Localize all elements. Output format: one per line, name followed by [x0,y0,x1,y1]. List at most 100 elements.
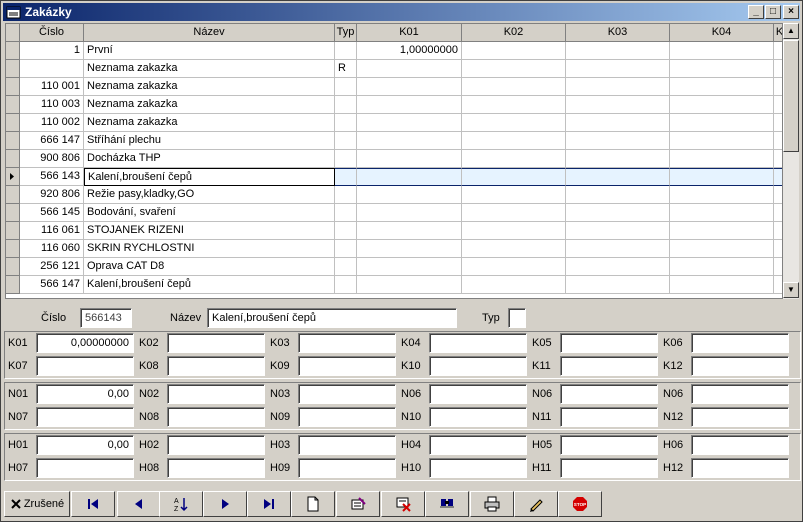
row-indicator[interactable] [6,42,20,60]
value-field[interactable] [167,333,265,353]
grid-cell[interactable] [462,78,566,96]
row-indicator[interactable] [6,276,20,294]
grid-cell[interactable] [566,42,670,60]
grid-cell[interactable] [670,78,774,96]
grid-cell[interactable] [670,132,774,150]
value-field[interactable]: 0,00 [36,435,134,455]
grid-cell[interactable] [774,258,782,276]
column-header[interactable]: Číslo [20,24,84,42]
row-indicator[interactable] [6,168,20,186]
value-field[interactable] [691,356,789,376]
grid-cell[interactable]: 110 003 [20,96,84,114]
grid-cell[interactable] [335,204,357,222]
next-record-button[interactable] [203,491,247,517]
grid-cell[interactable] [462,168,566,186]
grid-cell[interactable] [357,222,462,240]
grid-cell[interactable] [335,96,357,114]
row-indicator[interactable] [6,132,20,150]
value-field[interactable] [36,458,134,478]
grid-cell[interactable] [357,60,462,78]
column-header[interactable]: K02 [462,24,566,42]
close-button[interactable]: × [783,5,799,19]
grid-cell[interactable] [670,258,774,276]
value-field[interactable] [298,407,396,427]
grid-cell[interactable] [462,222,566,240]
grid-cell[interactable] [462,114,566,132]
grid-cell[interactable] [566,240,670,258]
value-field[interactable] [167,407,265,427]
row-indicator[interactable] [6,78,20,96]
grid-cell[interactable] [774,150,782,168]
print-button[interactable] [470,491,514,517]
value-field[interactable] [298,384,396,404]
grid-cell[interactable] [357,240,462,258]
value-field[interactable] [36,356,134,376]
grid-cell[interactable] [335,168,357,186]
grid-cell[interactable]: 566 143 [20,168,84,186]
grid-cell[interactable]: 666 147 [20,132,84,150]
grid-cell[interactable] [566,114,670,132]
grid-cell[interactable]: Kalení,broušení čepů [84,276,335,294]
row-indicator[interactable] [6,222,20,240]
grid-cell[interactable]: 116 060 [20,240,84,258]
grid-cell[interactable] [774,186,782,204]
grid-cell[interactable]: Neznama zakazka [84,114,335,132]
grid-cell[interactable] [335,186,357,204]
grid-cell[interactable] [357,276,462,294]
column-header[interactable]: K04 [670,24,774,42]
grid-cell[interactable] [357,114,462,132]
grid-cell[interactable]: 256 121 [20,258,84,276]
value-field[interactable] [560,333,658,353]
grid-cell[interactable] [566,276,670,294]
value-field[interactable] [429,333,527,353]
grid-cell[interactable] [774,204,782,222]
value-field[interactable] [691,333,789,353]
grid-cell[interactable] [566,78,670,96]
grid-cell[interactable] [774,96,782,114]
value-field[interactable] [691,435,789,455]
value-field[interactable] [560,407,658,427]
grid-cell[interactable] [774,222,782,240]
grid-cell[interactable] [462,186,566,204]
pencil-button[interactable] [514,491,558,517]
value-field[interactable] [167,458,265,478]
last-record-button[interactable] [247,491,291,517]
grid-cell[interactable] [774,168,782,186]
grid-cell[interactable] [462,240,566,258]
row-indicator[interactable] [6,60,20,78]
grid-cell[interactable] [670,42,774,60]
grid-cell[interactable] [670,240,774,258]
value-field[interactable] [167,435,265,455]
edit-button[interactable] [336,491,380,517]
grid-cell[interactable] [357,132,462,150]
value-field[interactable] [167,356,265,376]
grid-cell[interactable] [774,276,782,294]
grid-cell[interactable] [566,150,670,168]
value-field[interactable] [167,384,265,404]
grid-cell[interactable] [462,96,566,114]
grid-cell[interactable] [335,42,357,60]
grid-cell[interactable]: 1 [20,42,84,60]
grid-cell[interactable]: 566 145 [20,204,84,222]
grid-cell[interactable] [566,96,670,114]
grid-cell[interactable] [566,132,670,150]
column-header[interactable]: K03 [566,24,670,42]
grid-cell[interactable]: Neznama zakazka [84,78,335,96]
value-field[interactable] [298,458,396,478]
grid-cell[interactable] [335,114,357,132]
value-field[interactable] [36,407,134,427]
scroll-down-button[interactable]: ▼ [783,282,799,298]
grid-cell[interactable] [566,258,670,276]
row-indicator[interactable] [6,150,20,168]
value-field[interactable] [560,458,658,478]
grid-cell[interactable]: 110 001 [20,78,84,96]
grid-cell[interactable]: 110 002 [20,114,84,132]
grid-cell[interactable]: R [335,60,357,78]
value-field[interactable] [429,407,527,427]
value-field[interactable] [560,384,658,404]
maximize-button[interactable]: □ [765,5,781,19]
value-field[interactable] [691,407,789,427]
grid-cell[interactable] [774,114,782,132]
column-header[interactable]: K01 [357,24,462,42]
minimize-button[interactable]: _ [748,5,764,19]
